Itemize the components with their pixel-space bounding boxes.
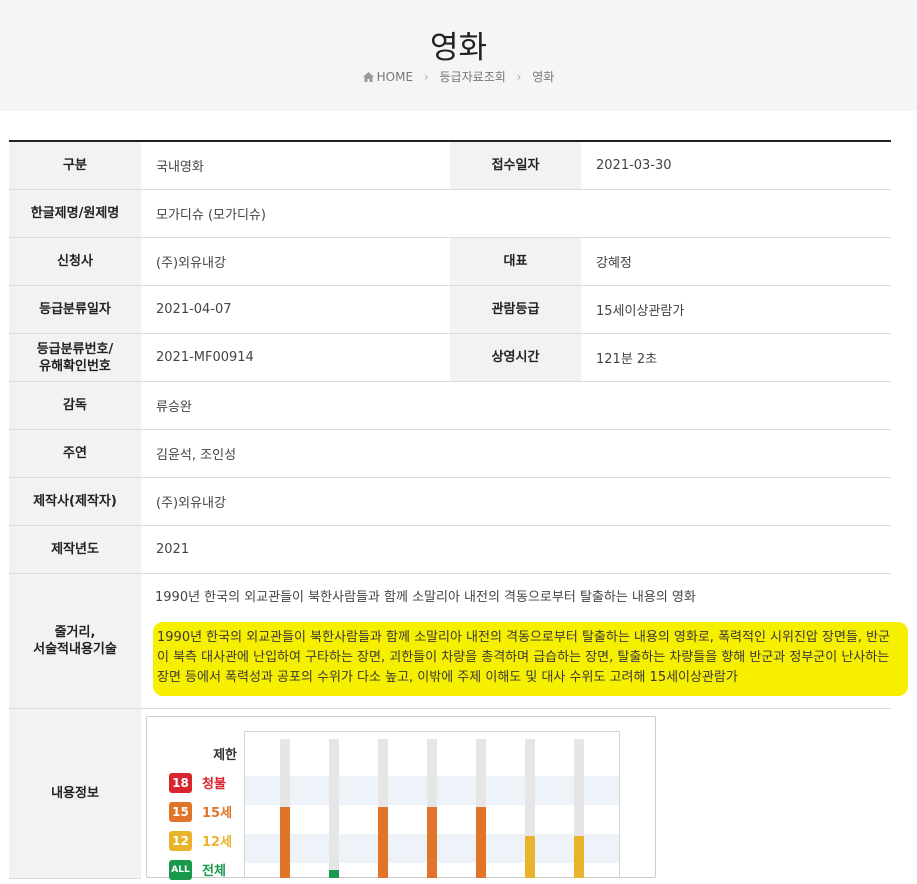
table-row: 등급분류일자 2021-04-07 관람등급 15세이상관람가: [9, 285, 891, 334]
movie-info-table: 구분 국내영화 접수일자 2021-03-30 한글제명/원제명 모가디슈 (모…: [9, 140, 908, 880]
label-rating: 관람등급: [450, 285, 581, 334]
content-rating-chart: 제한 18 청불 15 15세 12 12세 ALL 전체: [146, 716, 656, 880]
label-category: 구분: [9, 141, 141, 190]
rating-bar-fill: [574, 836, 584, 878]
chevron-right-icon: ›: [423, 70, 429, 84]
legend-row: 18 청불: [169, 768, 239, 797]
legend-label: 제한: [213, 748, 237, 763]
value-production-year: 2021: [141, 525, 891, 574]
content-info-cell: 제한 18 청불 15 15세 12 12세 ALL 전체: [141, 709, 891, 880]
value-representative: 강혜정: [581, 237, 891, 286]
rating-grid: [244, 731, 620, 878]
legend-label: 전체: [202, 864, 226, 879]
label-received-date: 접수일자: [450, 141, 581, 190]
value-received-date: 2021-03-30: [581, 141, 891, 190]
rating-bar: [280, 739, 290, 878]
label-rating-number: 등급분류번호/ 유해확인번호: [9, 333, 141, 382]
breadcrumb: HOME › 등급자료조회 › 영화: [0, 68, 917, 85]
table-row: 제작년도 2021: [9, 525, 891, 574]
label-representative: 대표: [450, 237, 581, 286]
rating-bar-fill: [476, 807, 486, 878]
value-rating: 15세이상관람가: [581, 285, 891, 334]
value-cast: 김윤석, 조인성: [141, 429, 891, 478]
breadcrumb-rating-search[interactable]: 등급자료조회: [440, 70, 506, 84]
table-row: 줄거리, 서술적내용기술 1990년 한국의 외교관들이 북한사람들과 함께 소…: [9, 573, 908, 709]
table-row: 한글제명/원제명 모가디슈 (모가디슈): [9, 189, 891, 238]
rating-bar-fill: [378, 807, 388, 878]
rating-bar-fill: [280, 807, 290, 878]
legend-row: ALL 전체: [169, 855, 239, 884]
rating-bar: [329, 739, 339, 878]
rating-bar: [525, 739, 535, 878]
page-header: 영화 HOME › 등급자료조회 › 영화: [0, 0, 917, 111]
label-content-info: 내용정보: [9, 708, 141, 879]
table-row: 내용정보 제한 18 청불 15 15세 12 12세 ALL 전체: [9, 708, 891, 880]
rating-badge-icon: 18: [169, 772, 192, 793]
table-row: 주연 김윤석, 조인성: [9, 429, 891, 478]
breadcrumb-current: 영화: [532, 70, 555, 84]
rating-bar-fill: [427, 807, 437, 878]
rating-badge-icon: ALL: [169, 859, 192, 880]
label-producer: 제작사(제작자): [9, 477, 141, 526]
label-cast: 주연: [9, 429, 141, 478]
value-producer: (주)외유내강: [141, 477, 891, 526]
legend-label: 15세: [202, 806, 233, 821]
table-row: 구분 국내영화 접수일자 2021-03-30: [9, 141, 891, 190]
story-description-highlighted: 1990년 한국의 외교관들이 북한사람들과 함께 소말리아 내전의 격동으로부…: [153, 622, 908, 696]
legend-row: 15 15세: [169, 797, 239, 826]
label-story: 줄거리, 서술적내용기술: [9, 573, 141, 709]
table-row: 신청사 (주)외유내강 대표 강혜정: [9, 237, 891, 286]
rating-bar: [378, 739, 388, 878]
rating-bar: [574, 739, 584, 878]
label-applicant: 신청사: [9, 237, 141, 286]
label-title: 한글제명/원제명: [9, 189, 141, 238]
rating-badge-icon: 15: [169, 801, 192, 822]
rating-bar: [427, 739, 437, 878]
value-applicant: (주)외유내강: [141, 237, 450, 286]
value-rating-number: 2021-MF00914: [141, 333, 450, 382]
rating-bar: [476, 739, 486, 878]
table-row: 등급분류번호/ 유해확인번호 2021-MF00914 상영시간 121분 2초: [9, 333, 891, 382]
table-row: 감독 류승완: [9, 381, 891, 430]
story-summary: 1990년 한국의 외교관들이 북한사람들과 함께 소말리아 내전의 격동으로부…: [155, 590, 696, 605]
label-production-year: 제작년도: [9, 525, 141, 574]
label-rating-date: 등급분류일자: [9, 285, 141, 334]
legend-label: 청불: [202, 777, 226, 792]
rating-badge-icon: 12: [169, 830, 192, 851]
legend-label: 12세: [202, 835, 233, 850]
rating-legend: 제한 18 청불 15 15세 12 12세 ALL 전체: [169, 739, 239, 884]
page-title: 영화: [429, 30, 488, 66]
rating-bar-fill: [329, 870, 339, 878]
legend-row: 12 12세: [169, 826, 239, 855]
chevron-right-icon: ›: [516, 70, 522, 84]
story-cell: 1990년 한국의 외교관들이 북한사람들과 함께 소말리아 내전의 격동으로부…: [141, 573, 908, 709]
home-icon: [362, 71, 374, 85]
value-category: 국내영화: [141, 141, 450, 190]
value-runtime: 121분 2초: [581, 333, 891, 382]
table-row: 제작사(제작자) (주)외유내강: [9, 477, 891, 526]
label-runtime: 상영시간: [450, 333, 581, 382]
legend-row: 제한: [169, 739, 239, 768]
label-director: 감독: [9, 381, 141, 430]
value-director: 류승완: [141, 381, 891, 430]
rating-bar-fill: [525, 836, 535, 878]
value-title: 모가디슈 (모가디슈): [141, 189, 891, 238]
breadcrumb-home[interactable]: HOME: [377, 70, 413, 84]
value-rating-date: 2021-04-07: [141, 285, 450, 334]
